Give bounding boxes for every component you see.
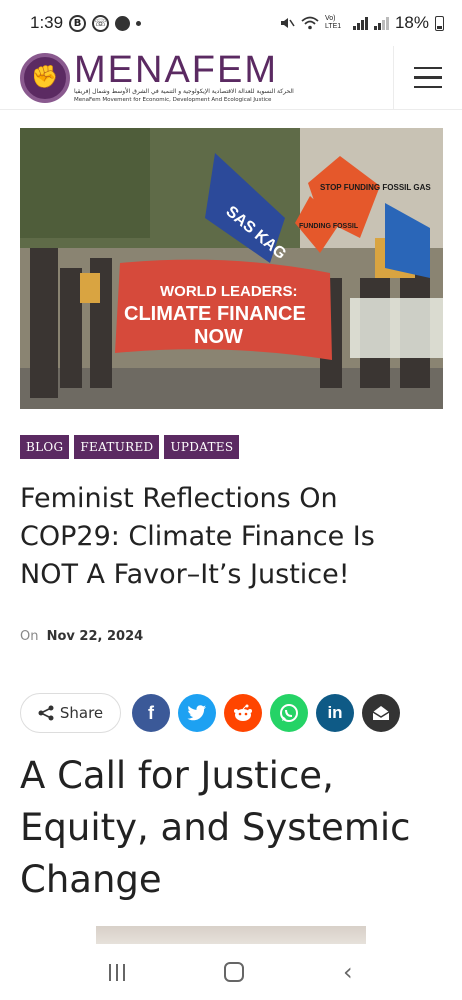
article-title: Feminist Reflections On COP29: Climate F… bbox=[20, 483, 375, 590]
status-bar: 1:39 B ☏ Vo) LTE1 18% bbox=[0, 0, 462, 46]
network-label: Vo) LTE1 bbox=[324, 15, 342, 30]
battery-icon bbox=[435, 15, 444, 31]
home-button[interactable] bbox=[224, 962, 245, 982]
status-time: 1:39 bbox=[30, 13, 64, 32]
recent-bar bbox=[109, 963, 112, 981]
logo-name: MENAFEM bbox=[74, 48, 278, 91]
b-notification-icon: B bbox=[69, 14, 87, 32]
status-left: 1:39 B ☏ bbox=[30, 13, 142, 33]
site-header: ✊ MENAFEM الحركة النسوية للعدالة الاقتصا… bbox=[0, 46, 462, 110]
whatsapp-icon bbox=[280, 704, 298, 722]
category-updates[interactable]: UPDATES bbox=[164, 435, 240, 459]
category-tags: BLOG FEATURED UPDATES bbox=[20, 435, 240, 459]
recent-bar bbox=[123, 963, 126, 981]
banner-line-1: WORLD LEADERS: bbox=[160, 283, 298, 300]
menu-line bbox=[414, 76, 442, 79]
date-prefix: On bbox=[20, 629, 39, 644]
raised-fist-icon: ✊ bbox=[31, 65, 59, 90]
system-nav-bar: ‹ bbox=[0, 944, 462, 1000]
twitter-share-button[interactable] bbox=[178, 694, 216, 732]
signal-icon bbox=[352, 16, 368, 30]
reddit-share-button[interactable] bbox=[224, 694, 262, 732]
hamburger-menu-button[interactable] bbox=[393, 46, 462, 109]
banner-line-2: CLIMATE FINANCE bbox=[124, 303, 306, 325]
logo-english-tagline: MenaFem Movement for Economic, Developme… bbox=[74, 96, 272, 103]
back-button[interactable]: ‹ bbox=[343, 958, 353, 986]
article-inline-image bbox=[96, 926, 366, 946]
chevron-left-icon: ‹ bbox=[342, 958, 353, 986]
site-logo[interactable]: ✊ MENAFEM الحركة النسوية للعدالة الاقتصا… bbox=[0, 46, 393, 109]
share-label: Share bbox=[59, 704, 104, 722]
wifi-icon bbox=[301, 16, 319, 30]
battery-percent: 18% bbox=[394, 13, 429, 32]
publish-date: On Nov 22, 2024 bbox=[20, 629, 143, 644]
menu-line bbox=[414, 66, 442, 70]
envelope-icon bbox=[372, 706, 390, 720]
section-heading: A Call for Justice, Equity, and Systemic… bbox=[20, 754, 411, 901]
mute-icon bbox=[280, 18, 295, 28]
recent-apps-button[interactable] bbox=[109, 963, 126, 981]
facebook-icon: f bbox=[148, 702, 154, 723]
category-featured[interactable]: FEATURED bbox=[74, 435, 160, 459]
logo-arabic-tagline: الحركة النسوية للعدالة الاقتصادية الإيكو… bbox=[74, 87, 294, 95]
category-blog[interactable]: BLOG bbox=[20, 435, 70, 459]
banner-line-3: NOW bbox=[194, 326, 243, 348]
logo-emblem-icon: ✊ bbox=[20, 52, 70, 103]
logo-text: MENAFEM الحركة النسوية للعدالة الاقتصادي… bbox=[74, 48, 294, 104]
date-value: Nov 22, 2024 bbox=[46, 629, 144, 644]
reddit-icon bbox=[234, 704, 252, 721]
whatsapp-share-button[interactable] bbox=[270, 694, 308, 732]
twitter-icon bbox=[187, 705, 206, 721]
share-button[interactable]: Share bbox=[20, 693, 121, 733]
protest-photo: SAS KAG STOP FUNDING FOSSIL GAS FUNDING … bbox=[20, 128, 443, 409]
facebook-share-button[interactable]: f bbox=[132, 694, 170, 732]
email-share-button[interactable] bbox=[362, 694, 400, 732]
whatsapp-notification-icon: ☏ bbox=[92, 14, 110, 32]
signal-2-icon bbox=[373, 16, 389, 30]
menu-line bbox=[414, 85, 442, 89]
sign-text-1: STOP FUNDING FOSSIL GAS bbox=[320, 183, 431, 192]
sign-text-2: FUNDING FOSSIL bbox=[299, 223, 359, 230]
linkedin-icon: in bbox=[327, 703, 343, 722]
settings-notification-icon bbox=[115, 15, 131, 31]
share-bar: Share f in bbox=[20, 693, 408, 733]
hero-image[interactable]: SAS KAG STOP FUNDING FOSSIL GAS FUNDING … bbox=[20, 128, 443, 409]
more-notifications-icon bbox=[136, 20, 142, 26]
linkedin-share-button[interactable]: in bbox=[316, 694, 354, 732]
share-icon bbox=[38, 705, 54, 721]
status-right: Vo) LTE1 18% bbox=[279, 13, 444, 33]
recent-bar bbox=[116, 963, 119, 981]
